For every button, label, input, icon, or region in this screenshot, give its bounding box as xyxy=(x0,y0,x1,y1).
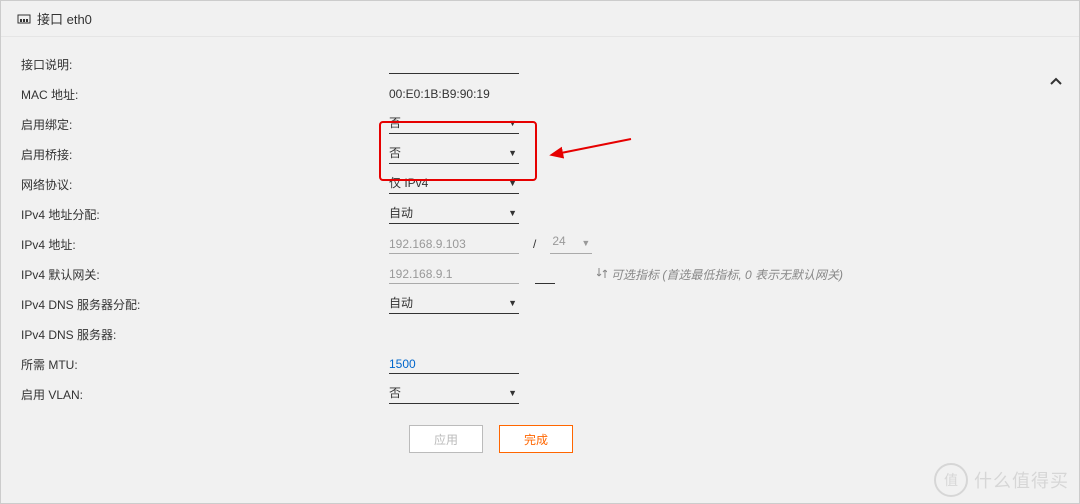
done-button[interactable]: 完成 xyxy=(499,425,573,453)
apply-button[interactable]: 应用 xyxy=(409,425,483,453)
caret-down-icon: ▼ xyxy=(508,208,517,218)
row-bridge: 启用桥接: 否 ▼ xyxy=(21,139,1079,169)
caret-down-icon: ▼ xyxy=(581,238,590,248)
label-bridge: 启用桥接: xyxy=(21,146,389,163)
label-gateway: IPv4 默认网关: xyxy=(21,266,389,283)
row-proto: 网络协议: 仅 IPv4 ▼ xyxy=(21,169,1079,199)
label-bond: 启用绑定: xyxy=(21,116,389,133)
ipv4assign-select-value: 自动 xyxy=(389,204,413,221)
watermark-badge: 值 xyxy=(934,463,968,497)
page-root: 接口 eth0 接口说明: MAC 地址: 00:E0:1B:B9:90:19 … xyxy=(0,0,1080,504)
row-desc: 接口说明: xyxy=(21,49,1079,79)
sort-icon xyxy=(597,267,607,282)
panel-title: 接口 eth0 xyxy=(37,9,92,28)
label-desc: 接口说明: xyxy=(21,56,389,73)
ipv4assign-select[interactable]: 自动 ▼ xyxy=(389,204,519,224)
gateway-hint: 可选指标 (首选最低指标, 0 表示无默认网关) xyxy=(597,266,843,283)
label-vlan: 启用 VLAN: xyxy=(21,386,389,403)
bridge-select-value: 否 xyxy=(389,144,401,161)
metric-input-placeholder xyxy=(535,264,555,284)
bond-select-value: 否 xyxy=(389,114,401,131)
ipv4addr-input[interactable] xyxy=(389,235,519,254)
bridge-select[interactable]: 否 ▼ xyxy=(389,144,519,164)
caret-down-icon: ▼ xyxy=(508,118,517,128)
vlan-select-value: 否 xyxy=(389,384,401,401)
label-ipv4addr: IPv4 地址: xyxy=(21,236,389,253)
vlan-select[interactable]: 否 ▼ xyxy=(389,384,519,404)
row-gateway: IPv4 默认网关: 可选指标 (首选最低指标, 0 表示无默认网关) xyxy=(21,259,1079,289)
label-mtu: 所需 MTU: xyxy=(21,356,389,373)
subnet-select[interactable]: 24 ▼ xyxy=(550,234,592,254)
row-bond: 启用绑定: 否 ▼ xyxy=(21,109,1079,139)
row-ipv4assign: IPv4 地址分配: 自动 ▼ xyxy=(21,199,1079,229)
form: 接口说明: MAC 地址: 00:E0:1B:B9:90:19 启用绑定: 否 … xyxy=(1,37,1079,453)
mtu-input[interactable] xyxy=(389,355,519,374)
dnsassign-select[interactable]: 自动 ▼ xyxy=(389,294,519,314)
row-mtu: 所需 MTU: xyxy=(21,349,1079,379)
gateway-input[interactable] xyxy=(389,265,519,284)
proto-select[interactable]: 仅 IPv4 ▼ xyxy=(389,174,519,194)
label-dnsassign: IPv4 DNS 服务器分配: xyxy=(21,296,389,313)
caret-down-icon: ▼ xyxy=(508,388,517,398)
subnet-separator: / xyxy=(533,237,536,251)
bond-select[interactable]: 否 ▼ xyxy=(389,114,519,134)
caret-down-icon: ▼ xyxy=(508,148,517,158)
desc-input[interactable] xyxy=(389,55,519,74)
watermark: 值 什么值得买 xyxy=(934,463,1069,497)
row-vlan: 启用 VLAN: 否 ▼ xyxy=(21,379,1079,409)
interface-icon xyxy=(17,12,31,26)
caret-down-icon: ▼ xyxy=(508,298,517,308)
panel-header: 接口 eth0 xyxy=(1,1,1079,37)
collapse-icon[interactable] xyxy=(1049,75,1063,94)
mac-value: 00:E0:1B:B9:90:19 xyxy=(389,87,490,101)
row-ipv4addr: IPv4 地址: / 24 ▼ xyxy=(21,229,1079,259)
label-mac: MAC 地址: xyxy=(21,86,389,103)
label-proto: 网络协议: xyxy=(21,176,389,193)
dnsassign-select-value: 自动 xyxy=(389,294,413,311)
label-dnsserver: IPv4 DNS 服务器: xyxy=(21,326,389,343)
button-row: 应用 完成 xyxy=(409,425,1079,453)
row-dnsserver: IPv4 DNS 服务器: xyxy=(21,319,1079,349)
label-ipv4assign: IPv4 地址分配: xyxy=(21,206,389,223)
row-dnsassign: IPv4 DNS 服务器分配: 自动 ▼ xyxy=(21,289,1079,319)
caret-down-icon: ▼ xyxy=(508,178,517,188)
row-mac: MAC 地址: 00:E0:1B:B9:90:19 xyxy=(21,79,1079,109)
subnet-value: 24 xyxy=(552,234,565,248)
watermark-text: 什么值得买 xyxy=(974,467,1069,493)
proto-select-value: 仅 IPv4 xyxy=(389,174,428,191)
gateway-hint-text: 可选指标 (首选最低指标, 0 表示无默认网关) xyxy=(611,266,843,283)
